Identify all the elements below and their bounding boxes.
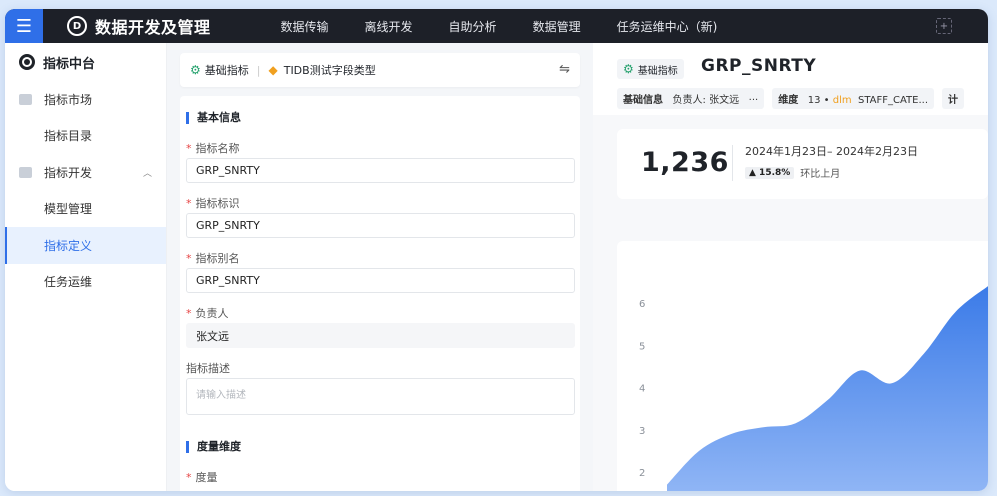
sidebar-item-label: 任务运维 <box>44 275 93 290</box>
sidebar-item-metric-catalog[interactable]: 指标目录 <box>5 118 166 155</box>
trend-badge: ▲ 15.8% <box>745 166 795 179</box>
basic-info-chip[interactable]: 基础信息 负责人: 张文远 ··· <box>617 88 765 109</box>
nav-item-task-ops[interactable]: 任务运维中心（新) <box>617 18 718 35</box>
breadcrumb-separator: | <box>256 63 261 77</box>
metric-type-tag: ⚙ 基础指标 <box>617 59 684 79</box>
dev-icon <box>19 166 32 178</box>
y-tick-label: 5 <box>639 341 645 352</box>
detail-info-row: 基础信息 负责人: 张文远 ··· 维度 13 • dlm STAFF_CATE… <box>617 88 972 109</box>
form-area: ⚙ 基础指标 | ◆ TIDB测试字段类型 ⇋ 基本信息 * 指标名称 GRP_S… <box>167 43 593 491</box>
sidebar-item-metric-market[interactable]: 指标市场 <box>5 81 166 118</box>
menu-icon[interactable]: ☰ <box>5 9 43 43</box>
metric-detail-panel: ⚙ 基础指标 GRP_SNRTY 基础信息 负责人: 张文远 ··· 维度 13… <box>593 43 988 491</box>
y-tick-label: 6 <box>639 299 645 310</box>
add-panel-icon[interactable]: + <box>936 18 952 34</box>
y-tick-label: 3 <box>639 426 645 437</box>
section-measure-dimension: 度量维度 <box>186 441 241 453</box>
breadcrumb: ⚙ 基础指标 | ◆ TIDB测试字段类型 ⇋ <box>180 53 580 87</box>
required-mark: * <box>186 197 192 210</box>
breadcrumb-table[interactable]: TIDB测试字段类型 <box>284 62 376 78</box>
metric-value: 1,236 <box>641 147 729 178</box>
sidebar-item-task-ops[interactable]: 任务运维 <box>5 264 166 301</box>
field-label-description: 指标描述 <box>186 362 230 375</box>
sidebar-item-metric-definition[interactable]: 指标定义 <box>5 227 166 264</box>
app-title: 数据开发及管理 <box>95 18 211 37</box>
sidebar: 指标中台 指标市场 指标目录 指标开发 ︿ 模型管理 指标定义 任务运维 <box>5 43 167 491</box>
breadcrumb-basic-metric[interactable]: 基础指标 <box>205 62 249 78</box>
required-mark: * <box>186 471 192 484</box>
sidebar-item-label: 指标市场 <box>44 92 93 107</box>
field-label-id: * 指标标识 <box>186 197 240 210</box>
required-mark: * <box>186 142 192 155</box>
field-label-alias: * 指标别名 <box>186 252 240 265</box>
area-chart-svg: 6 5 4 3 2 <box>639 286 988 491</box>
metric-form: 基本信息 * 指标名称 GRP_SNRTY * 指标标识 GRP_SNRTY * 指标… <box>180 96 580 491</box>
sidebar-item-model-mgmt[interactable]: 模型管理 <box>5 191 166 228</box>
metrics-hub-icon <box>19 54 35 70</box>
stat-card: 1,236 2024年1月23日– 2024年2月23日 ▲ 15.8% 环比上… <box>617 129 988 199</box>
trend-chart: 6 5 4 3 2 <box>617 241 988 491</box>
sidebar-item-label: 指标定义 <box>44 238 93 253</box>
logo-icon: D <box>67 16 87 36</box>
dimension-chip[interactable]: 维度 13 • dlm STAFF_CATE... <box>772 88 935 109</box>
detail-header: ⚙ 基础指标 GRP_SNRTY 基础信息 负责人: 张文远 ··· 维度 13… <box>593 43 988 115</box>
trend-row: ▲ 15.8% 环比上月 <box>745 165 840 180</box>
required-mark: * <box>186 307 192 320</box>
trend-label: 环比上月 <box>800 169 841 180</box>
y-tick-label: 4 <box>639 384 645 395</box>
metric-id-input[interactable]: GRP_SNRTY <box>186 213 575 238</box>
basic-metric-icon: ⚙ <box>623 62 634 76</box>
section-basic-info: 基本信息 <box>186 112 241 124</box>
app-logo[interactable]: D 数据开发及管理 <box>67 14 211 38</box>
metric-alias-input[interactable]: GRP_SNRTY <box>186 268 575 293</box>
nav-item-offline-dev[interactable]: 离线开发 <box>365 18 413 35</box>
app-window: ☰ D 数据开发及管理 数据传输 离线开发 自助分析 数据管理 任务运维中心（新… <box>5 9 988 491</box>
sidebar-item-label: 指标开发 <box>44 165 93 180</box>
description-textarea[interactable]: 请输入描述 <box>186 378 575 415</box>
y-tick-label: 2 <box>639 468 645 479</box>
market-icon <box>19 93 32 105</box>
owner-field: 张文远 <box>186 323 575 348</box>
chevron-up-icon[interactable]: ︿ <box>143 166 152 179</box>
sidebar-header: 指标中台 <box>5 43 166 81</box>
stat-divider <box>732 145 733 181</box>
nav-item-data-mgmt[interactable]: 数据管理 <box>533 18 581 35</box>
sidebar-item-label: 指标目录 <box>44 129 93 144</box>
field-label-measure: * 度量 <box>186 471 218 484</box>
top-bar: ☰ D 数据开发及管理 数据传输 离线开发 自助分析 数据管理 任务运维中心（新… <box>5 9 988 43</box>
metric-title: GRP_SNRTY <box>701 56 817 76</box>
required-mark: * <box>186 252 192 265</box>
date-range: 2024年1月23日– 2024年2月23日 <box>745 145 918 158</box>
more-icon[interactable]: ··· <box>749 95 759 106</box>
field-label-owner: * 负责人 <box>186 307 229 320</box>
field-label-name: * 指标名称 <box>186 142 240 155</box>
nav-item-self-analysis[interactable]: 自助分析 <box>449 18 497 35</box>
nav-item-transfer[interactable]: 数据传输 <box>281 18 329 35</box>
sidebar-item-label: 模型管理 <box>44 202 93 217</box>
basic-metric-icon: ⚙ <box>190 63 201 77</box>
area-series[interactable] <box>667 286 988 491</box>
sidebar-title: 指标中台 <box>43 56 96 72</box>
calc-chip[interactable]: 计 <box>942 88 965 109</box>
sidebar-item-metric-dev[interactable]: 指标开发 ︿ <box>5 154 166 191</box>
table-cube-icon: ◆ <box>268 63 278 77</box>
metric-name-input[interactable]: GRP_SNRTY <box>186 158 575 183</box>
main-nav: 数据传输 离线开发 自助分析 数据管理 任务运维中心（新) <box>281 18 754 35</box>
switch-icon[interactable]: ⇋ <box>559 62 570 77</box>
